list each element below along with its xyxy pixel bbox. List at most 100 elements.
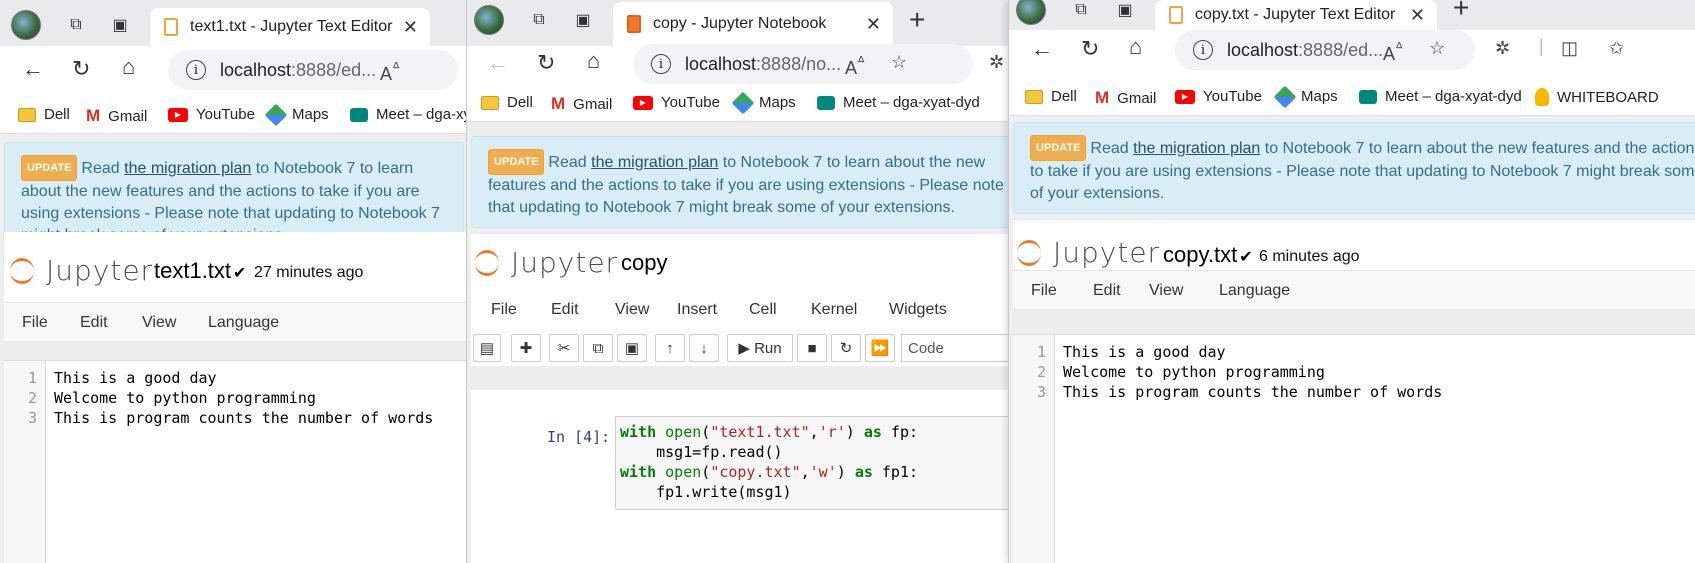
workspaces-icon[interactable]: ⧉: [60, 9, 92, 41]
migration-plan-link[interactable]: the migration plan: [124, 160, 251, 177]
home-icon[interactable]: ⌂: [1129, 34, 1142, 60]
profile-avatar[interactable]: [473, 4, 505, 36]
tab-notebook[interactable]: copy - Jupyter Notebook ✕: [613, 2, 893, 46]
bookmark-youtube[interactable]: ▶ YouTube: [168, 106, 255, 123]
paste-icon[interactable]: ▣: [617, 334, 647, 362]
address-bar[interactable]: i localhost:8888/ed... Aᐞ: [168, 50, 458, 90]
address-bar[interactable]: i localhost:8888/no... Aᐞ ☆: [633, 44, 973, 84]
cell-type-select[interactable]: Code: [901, 334, 1012, 362]
copy-icon[interactable]: ⧉: [583, 334, 613, 362]
jupyter-logo[interactable]: Jupyter: [475, 246, 618, 279]
split-screen-icon[interactable]: ◫: [1561, 38, 1578, 59]
menu-view[interactable]: View: [615, 301, 649, 319]
close-tab-icon[interactable]: ✕: [866, 14, 881, 35]
file-name[interactable]: text1.txt ✔: [154, 258, 246, 284]
move-up-icon[interactable]: ↑: [655, 334, 685, 362]
refresh-icon[interactable]: ↻: [1081, 36, 1099, 62]
migration-plan-link[interactable]: the migration plan: [591, 154, 718, 171]
file-name[interactable]: copy.txt ✔: [1163, 242, 1253, 268]
refresh-icon[interactable]: ↻: [537, 50, 555, 76]
close-tab-icon[interactable]: ✕: [1410, 5, 1425, 26]
workspaces-icon[interactable]: ⧉: [523, 4, 555, 36]
save-icon[interactable]: ▤: [473, 334, 501, 362]
favorite-star-icon[interactable]: ☆: [1429, 38, 1445, 59]
jupyter-logo[interactable]: Jupyter: [1017, 236, 1160, 269]
menu-edit[interactable]: Edit: [551, 301, 579, 319]
info-icon[interactable]: i: [186, 60, 206, 80]
read-aloud-icon[interactable]: Aᐞ: [380, 59, 400, 85]
browser-toolbar: ← ↻ ⌂ i localhost:8888/ed... Aᐞ ☆ ✲ | ◫ …: [1009, 30, 1695, 82]
menu-kernel[interactable]: Kernel: [811, 301, 857, 319]
menu-view[interactable]: View: [142, 314, 176, 332]
home-icon[interactable]: ⌂: [122, 54, 135, 80]
insert-cell-icon[interactable]: ✚: [511, 334, 541, 362]
menu-insert[interactable]: Insert: [677, 301, 717, 319]
extensions-icon[interactable]: ✲: [1495, 38, 1510, 59]
info-icon[interactable]: i: [651, 54, 671, 74]
new-tab-icon[interactable]: +: [909, 4, 925, 36]
bookmark-gmail[interactable]: M Gmail: [86, 106, 147, 126]
bookmark-maps[interactable]: Maps: [1273, 85, 1338, 108]
bookmark-youtube[interactable]: ▶ YouTube: [1175, 88, 1262, 105]
favorites-icon[interactable]: ✩: [1609, 38, 1624, 59]
new-tab-icon[interactable]: +: [1453, 0, 1469, 24]
restart-icon[interactable]: ↻: [831, 334, 861, 362]
tab-text1[interactable]: text1.txt - Jupyter Text Editor ✕: [150, 8, 430, 46]
bookmark-meet[interactable]: Meet – dga-xyat-dyd: [350, 106, 470, 123]
vertical-tabs-icon[interactable]: ▣: [1109, 0, 1141, 26]
menu-edit[interactable]: Edit: [1093, 282, 1121, 300]
address-bar[interactable]: i localhost:8888/ed... Aᐞ ☆: [1175, 30, 1475, 70]
menu-view[interactable]: View: [1149, 282, 1183, 300]
notebook-cell[interactable]: In [4]: with open("text1.txt",'r') as fp…: [471, 390, 1012, 563]
home-icon[interactable]: ⌂: [587, 48, 600, 74]
bookmark-gmail[interactable]: M Gmail: [551, 94, 612, 114]
back-icon[interactable]: ←: [487, 50, 509, 76]
run-label: Run: [754, 339, 782, 357]
menu-language[interactable]: Language: [1219, 282, 1290, 300]
interrupt-icon[interactable]: ■: [797, 334, 827, 362]
menu-file[interactable]: File: [491, 301, 517, 319]
bookmark-meet[interactable]: Meet – dga-xyat-dyd: [1359, 88, 1522, 105]
menu-file[interactable]: File: [1031, 282, 1057, 300]
restart-run-all-icon[interactable]: ⏩: [865, 334, 895, 362]
read-aloud-icon[interactable]: Aᐞ: [1383, 39, 1403, 65]
text-editor[interactable]: 1 2 3 This is a good day Welcome to pyth…: [1013, 334, 1695, 563]
menu-language[interactable]: Language: [208, 314, 279, 332]
cut-icon[interactable]: ✂: [549, 334, 579, 362]
text-editor[interactable]: 1 2 3 This is a good day Welcome to pyth…: [4, 360, 470, 563]
back-icon[interactable]: ←: [22, 56, 44, 82]
vertical-tabs-icon[interactable]: ▣: [567, 4, 599, 36]
profile-avatar[interactable]: [1015, 0, 1047, 26]
menu-edit[interactable]: Edit: [80, 314, 108, 332]
close-tab-icon[interactable]: ✕: [403, 17, 418, 38]
bookmark-maps[interactable]: Maps: [264, 103, 329, 126]
bookmark-youtube[interactable]: ▶ YouTube: [633, 94, 720, 111]
menu-file[interactable]: File: [22, 314, 48, 332]
youtube-icon: ▶: [633, 95, 653, 110]
refresh-icon[interactable]: ↻: [72, 56, 90, 82]
extensions-icon[interactable]: ✲: [989, 52, 1004, 73]
bookmark-dell[interactable]: Dell: [1025, 88, 1077, 105]
read-aloud-icon[interactable]: Aᐞ: [845, 53, 865, 79]
back-icon[interactable]: ←: [1031, 36, 1053, 62]
bookmark-meet[interactable]: Meet – dga-xyat-dyd: [817, 94, 980, 111]
cell-input[interactable]: with open("text1.txt",'r') as fp: msg1=f…: [615, 416, 1012, 510]
bookmark-maps[interactable]: Maps: [731, 91, 796, 114]
workspaces-icon[interactable]: ⧉: [1065, 0, 1097, 26]
menu-cell[interactable]: Cell: [749, 301, 777, 319]
migration-plan-link[interactable]: the migration plan: [1133, 140, 1260, 157]
tab-copy[interactable]: copy.txt - Jupyter Text Editor ✕: [1155, 0, 1437, 30]
notebook-name[interactable]: copy: [621, 250, 667, 276]
jupyter-logo[interactable]: Jupyter: [10, 254, 153, 287]
info-icon[interactable]: i: [1193, 40, 1213, 60]
profile-avatar[interactable]: [10, 9, 42, 41]
bookmark-whiteboard[interactable]: WHITEBOARD: [1535, 88, 1659, 106]
favorite-star-icon[interactable]: ☆: [891, 52, 907, 73]
bookmark-gmail[interactable]: M Gmail: [1095, 88, 1156, 108]
bookmark-dell[interactable]: Dell: [481, 94, 533, 111]
move-down-icon[interactable]: ↓: [689, 334, 719, 362]
menu-widgets[interactable]: Widgets: [889, 301, 947, 319]
bookmark-dell[interactable]: Dell: [18, 106, 70, 123]
vertical-tabs-icon[interactable]: ▣: [104, 9, 136, 41]
run-button[interactable]: ▶ Run: [727, 334, 793, 362]
